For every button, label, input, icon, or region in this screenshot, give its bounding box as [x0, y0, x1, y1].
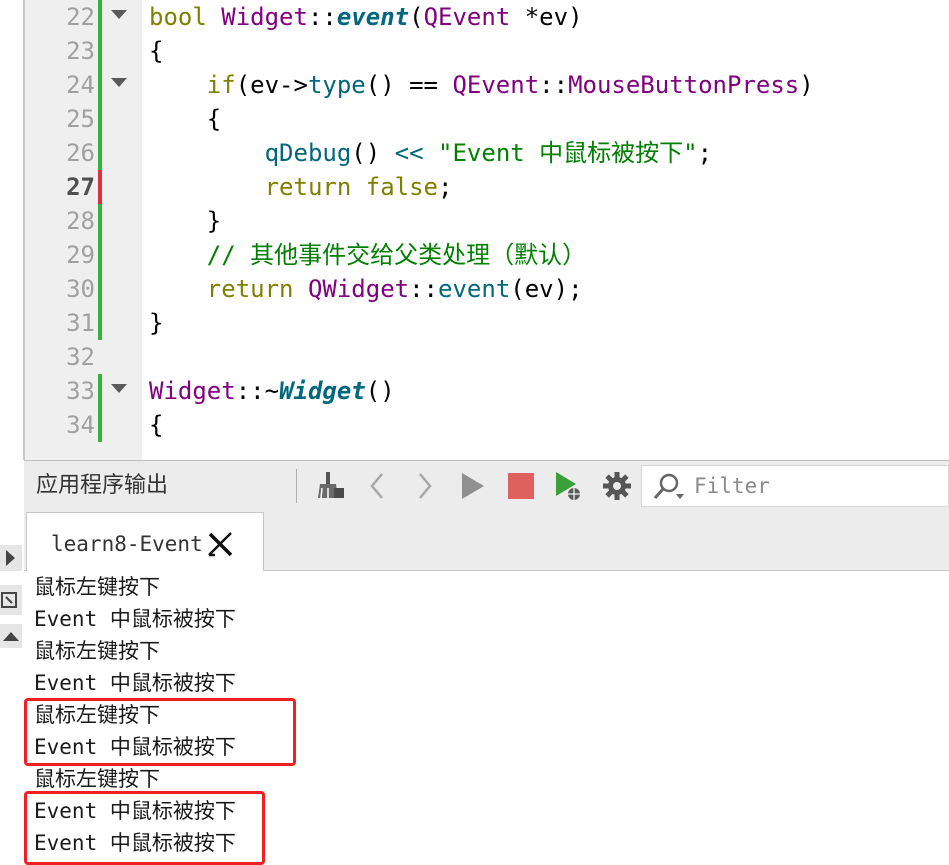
line-number: 24: [66, 71, 95, 99]
line-number: 33: [66, 377, 95, 405]
code-line: 27 return false;: [0, 170, 949, 204]
application-output[interactable]: 鼠标左键按下 Event 中鼠标被按下 鼠标左键按下 Event 中鼠标被按下 …: [24, 571, 949, 865]
change-marker: [98, 374, 102, 408]
close-icon[interactable]: [205, 529, 235, 559]
edge-float-button[interactable]: [0, 585, 22, 615]
fold-arrow-icon[interactable]: [111, 384, 127, 393]
output-line: Event 中鼠标被按下: [34, 607, 236, 631]
change-marker: [98, 408, 102, 442]
code-text: qDebug() << "Event 中鼠标被按下";: [264, 139, 713, 167]
code-text: Widget::~Widget(): [149, 377, 395, 405]
gear-icon[interactable]: [601, 470, 633, 502]
code-text: }: [149, 207, 222, 235]
code-line: 34 {: [0, 408, 949, 442]
change-marker: [98, 34, 102, 68]
output-line: Event 中鼠标被按下: [34, 671, 236, 695]
code-text: {: [149, 37, 164, 65]
output-pane-toolbar: 应用程序输出: [24, 460, 949, 511]
tab-learn8-event[interactable]: learn8-Event: [26, 512, 264, 571]
code-text: bool Widget::event(QEvent *ev): [149, 3, 583, 31]
line-number: 31: [66, 309, 95, 337]
code-line: 31}: [0, 306, 949, 340]
magnifier-icon[interactable]: [652, 472, 688, 502]
window-icon: [1, 592, 17, 608]
toolbar-separator: [296, 469, 297, 503]
change-marker: [98, 170, 102, 204]
output-line: 鼠标左键按下: [34, 639, 160, 663]
output-pane-title: 应用程序输出: [36, 473, 169, 498]
code-line: 24 if(ev->type() == QEvent::MouseButtonP…: [0, 68, 949, 102]
change-marker: [98, 272, 102, 306]
line-number: 22: [66, 3, 95, 31]
code-text: {: [149, 105, 222, 133]
change-marker: [98, 306, 102, 340]
edge-expand-button[interactable]: [0, 545, 22, 571]
broom-icon[interactable]: [314, 470, 346, 502]
chevron-right-icon: [6, 550, 15, 566]
change-marker: [98, 102, 102, 136]
fold-arrow-icon[interactable]: [111, 78, 127, 87]
chevron-left-icon[interactable]: [362, 470, 394, 502]
line-number: 32: [66, 343, 95, 371]
debug-run-icon[interactable]: [552, 470, 584, 502]
chevron-up-icon: [3, 632, 19, 641]
code-line: 29 // 其他事件交给父类处理（默认）: [0, 238, 949, 272]
fold-arrow-icon[interactable]: [111, 10, 127, 19]
code-line: 25 {: [0, 102, 949, 136]
line-number: 25: [66, 105, 95, 133]
filter-box[interactable]: [641, 465, 949, 507]
change-marker: [98, 136, 102, 170]
change-marker: [98, 0, 102, 34]
code-line: 28 }: [0, 204, 949, 238]
line-number: 28: [66, 207, 95, 235]
change-marker: [98, 238, 102, 272]
code-line: 33 Widget::~Widget(): [0, 374, 949, 408]
code-text: {: [149, 411, 164, 439]
play-icon[interactable]: [456, 470, 488, 502]
change-marker: [98, 204, 102, 238]
code-text: if(ev->type() == QEvent::MouseButtonPres…: [206, 71, 814, 99]
code-text: return false;: [264, 173, 453, 201]
code-line: 32: [0, 340, 949, 374]
edge-collapse-button[interactable]: [0, 624, 22, 648]
filter-input[interactable]: [694, 470, 944, 502]
line-number: 26: [66, 139, 95, 167]
stop-icon[interactable]: [505, 470, 537, 502]
line-number: 34: [66, 411, 95, 439]
line-number: 30: [66, 275, 95, 303]
code-line: 26 qDebug() << "Event 中鼠标被按下";: [0, 136, 949, 170]
code-text: }: [149, 309, 164, 337]
output-tab-strip: learn8-Event: [24, 510, 949, 571]
chevron-right-icon[interactable]: [408, 470, 440, 502]
line-number: 23: [66, 37, 95, 65]
output-line: 鼠标左键按下: [34, 575, 160, 599]
highlight-box: [24, 791, 265, 865]
code-editor[interactable]: 22 bool Widget::event(QEvent *ev) 23{24 if…: [0, 0, 949, 460]
code-text: return QWidget::event(ev);: [206, 275, 583, 303]
line-number: 29: [66, 241, 95, 269]
tab-label: learn8-Event: [51, 532, 203, 556]
code-text: // 其他事件交给父类处理（默认）: [206, 241, 587, 269]
change-marker: [98, 68, 102, 102]
highlight-box: [24, 698, 296, 766]
code-line: 22 bool Widget::event(QEvent *ev): [0, 0, 949, 34]
code-line: 23 {: [0, 34, 949, 68]
line-number: 27: [66, 173, 95, 201]
code-line: 30 return QWidget::event(ev);: [0, 272, 949, 306]
